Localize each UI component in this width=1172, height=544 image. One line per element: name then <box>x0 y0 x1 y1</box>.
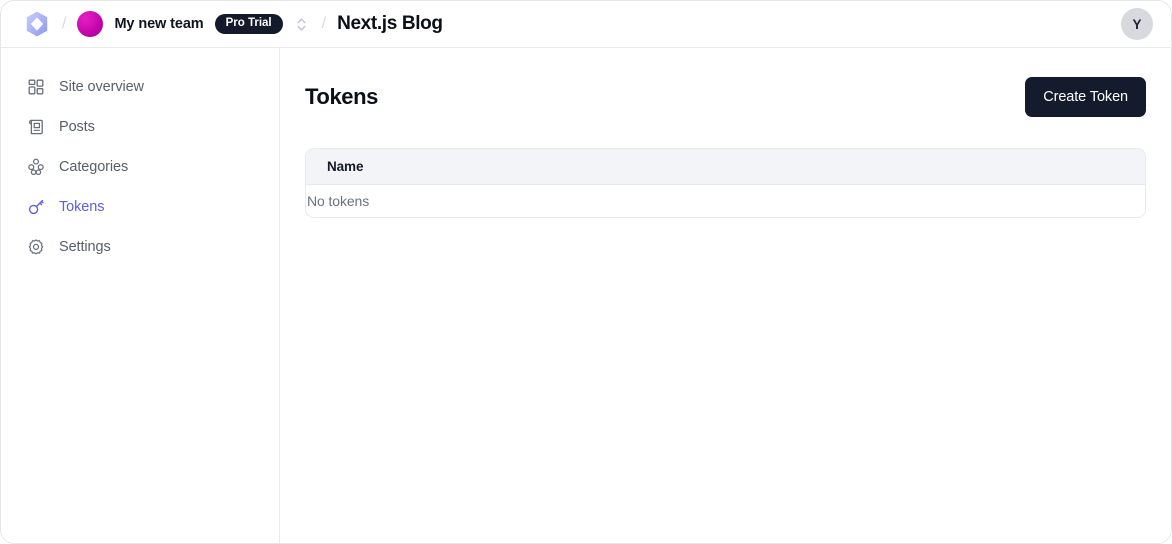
page-title: Tokens <box>305 84 378 109</box>
sidebar-item-posts[interactable]: Posts <box>1 112 279 142</box>
breadcrumb-separator-1: / <box>62 15 67 32</box>
sidebar-item-label: Site overview <box>59 79 144 95</box>
main-content: Tokens Create Token Name No tokens <box>280 48 1171 543</box>
article-icon <box>27 118 45 136</box>
sidebar-item-label: Settings <box>59 239 111 255</box>
table-header-row: Name <box>306 149 1145 185</box>
user-avatar[interactable]: Y <box>1121 8 1153 40</box>
sidebar-item-tokens[interactable]: Tokens <box>1 192 279 222</box>
key-icon <box>27 198 45 216</box>
team-avatar[interactable] <box>77 11 104 37</box>
sidebar-item-label: Posts <box>59 119 95 135</box>
gear-icon <box>27 238 45 256</box>
team-name-label[interactable]: My new team <box>114 16 203 32</box>
dashboard-grid-icon <box>27 78 45 96</box>
hexagon-diamond-logo-icon[interactable] <box>23 10 51 38</box>
tokens-table: Name No tokens <box>305 148 1146 218</box>
table-empty-row: No tokens <box>306 185 1145 217</box>
breadcrumb-separator-2: / <box>321 15 327 32</box>
sidebar: Site overview Posts Categories Tokens Se… <box>1 48 280 543</box>
chevron-up-down-icon[interactable] <box>293 13 311 35</box>
create-token-button[interactable]: Create Token <box>1025 77 1146 117</box>
sidebar-item-categories[interactable]: Categories <box>1 152 279 182</box>
sidebar-item-label: Categories <box>59 159 129 175</box>
sidebar-item-label: Tokens <box>59 199 105 215</box>
site-title: Next.js Blog <box>337 13 443 34</box>
hierarchy-icon <box>27 158 45 176</box>
app-window: / My new team Pro Trial / Next.js Blog Y <box>0 0 1172 544</box>
sidebar-item-settings[interactable]: Settings <box>1 232 279 262</box>
sidebar-item-site-overview[interactable]: Site overview <box>1 72 279 102</box>
table-empty-message: No tokens <box>307 193 370 209</box>
page-header: Tokens Create Token <box>305 77 1146 117</box>
plan-badge: Pro Trial <box>214 13 283 35</box>
table-column-name: Name <box>327 159 364 174</box>
topbar: / My new team Pro Trial / Next.js Blog Y <box>1 1 1171 48</box>
